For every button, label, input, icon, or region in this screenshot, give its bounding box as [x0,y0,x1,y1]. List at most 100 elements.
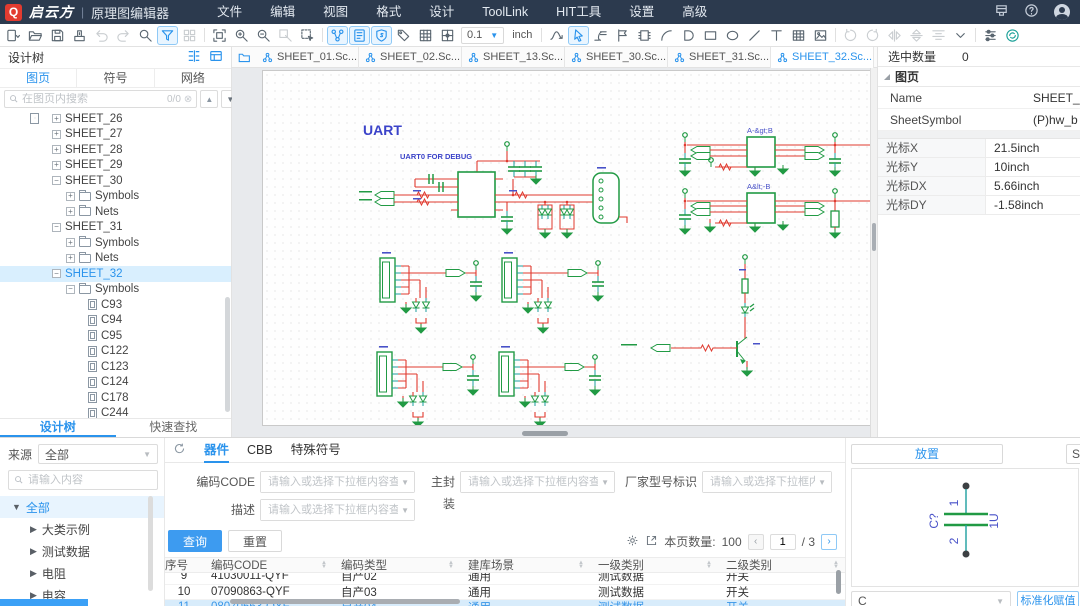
collapse-icon[interactable]: − [52,176,61,185]
tree-node[interactable]: +SHEET_28 [0,142,231,158]
expand-icon[interactable]: + [52,130,61,139]
sort-icon[interactable]: ▲▼ [321,561,327,570]
open-folder-icon[interactable] [25,26,46,45]
collapse-icon[interactable]: − [52,223,61,232]
schematic-subtitle[interactable]: UART0 FOR DEBUG [400,152,472,161]
place-button[interactable]: 放置 [851,444,1003,464]
rotate-left-icon[interactable] [840,26,861,45]
list-panel-icon[interactable] [349,26,370,45]
col-category2[interactable]: 二级类别▲▼ [718,557,845,573]
sheet-tab[interactable]: SHEET_13.Sc... [462,47,565,68]
tree-node[interactable]: C95 [0,328,231,344]
ellipse-tool-icon[interactable] [722,26,743,45]
source-select[interactable]: 全部▼ [38,444,158,464]
sheet-tab[interactable]: SHEET_31.Sc... [668,47,771,68]
property-row[interactable]: SheetSymbol(P)hw_b [878,109,1080,131]
table-tool-icon[interactable] [788,26,809,45]
tab-symbols[interactable]: 符号 [77,69,154,87]
expand-icon[interactable]: + [66,207,75,216]
standardize-assign-button[interactable]: 标准化赋值 [1017,591,1079,606]
rotate-right-icon[interactable] [862,26,883,45]
help-icon[interactable] [1024,3,1039,21]
table-horizontal-scrollbar[interactable] [230,599,460,604]
next-page-button[interactable]: › [821,534,837,550]
section-sheet[interactable]: 图页 [878,67,1080,87]
menu-hit-tools[interactable]: HIT工具 [542,0,615,24]
sheet-list-folder-icon[interactable] [232,51,256,64]
tab-special-symbols[interactable]: 特殊符号 [291,438,341,463]
tree-search-box[interactable]: 0/0 ⊗ [4,90,197,108]
component-icon[interactable] [634,26,655,45]
menu-format[interactable]: 格式 [362,0,415,24]
symbol-preview[interactable]: 1 2 C? 1U [851,468,1079,587]
tree-node[interactable]: C93 [0,297,231,313]
bezier-tool-icon[interactable] [678,26,699,45]
category-search-input[interactable] [28,474,152,486]
search-icon[interactable] [135,26,156,45]
zoom-in-icon[interactable] [231,26,252,45]
clear-search-icon[interactable]: ⊗ [184,94,192,105]
cursor-icon[interactable] [568,26,589,45]
zoom-region-icon[interactable] [275,26,296,45]
rectangle-tool-icon[interactable] [700,26,721,45]
tree-scrollbar[interactable] [225,297,230,412]
block-label-a-to-b[interactable]: A-&gt;B [747,126,773,135]
schematic-sheet[interactable]: UART UART0 FOR DEBUG [262,70,874,426]
search-prev-button[interactable]: ▲ [200,90,218,108]
table-row[interactable]: 1007090863-QYF自产03通用测试数据开关 [165,585,845,601]
wire-tool-icon[interactable] [546,26,567,45]
expand-icon[interactable]: + [52,114,61,123]
tree-node[interactable]: +Symbols [0,189,231,205]
menu-design[interactable]: 设计 [415,0,468,24]
zoom-out-icon[interactable] [253,26,274,45]
prev-page-button[interactable]: ‹ [748,534,764,550]
caret-down-icon[interactable]: ▼ [12,502,21,512]
line-tool-icon[interactable] [744,26,765,45]
expand-icon[interactable]: + [52,161,61,170]
refresh-icon[interactable] [173,442,186,458]
mirror-horizontal-icon[interactable] [884,26,905,45]
tab-sheets[interactable]: 图页 [0,69,77,87]
grid-size-select[interactable]: 0.1▼ [461,27,504,44]
settings-sliders-icon[interactable] [980,26,1001,45]
canvas-vertical-scrollbar[interactable] [870,68,877,437]
table-settings-gear-icon[interactable] [626,534,639,550]
sheet-tab[interactable]: SHEET_30.Sc... [565,47,668,68]
tab-components[interactable]: 器件 [204,438,229,463]
tree-node[interactable]: +SHEET_27 [0,127,231,143]
tree-node[interactable]: C122 [0,344,231,360]
schematic-title[interactable]: UART [363,122,402,138]
caret-right-icon[interactable]: ▶ [30,524,37,535]
footer-tab-quick-find[interactable]: 快速查找 [116,419,232,437]
category-item[interactable]: ▶测试数据 [0,540,164,562]
text-tool-icon[interactable] [766,26,787,45]
tab-cbb[interactable]: CBB [247,438,273,463]
col-code[interactable]: 编码CODE▲▼ [203,557,333,573]
package-input[interactable]: ▼ [460,471,615,493]
menu-edit[interactable]: 编辑 [256,0,309,24]
undo-icon[interactable] [91,26,112,45]
tag-icon[interactable] [393,26,414,45]
property-row[interactable]: NameSHEET_ [878,87,1080,109]
footer-tab-design-tree[interactable]: 设计树 [0,419,116,437]
menu-view[interactable]: 视图 [309,0,362,24]
tree-node[interactable]: C94 [0,313,231,329]
sort-icon[interactable]: ▲▼ [448,561,454,570]
tree-node[interactable]: +SHEET_29 [0,158,231,174]
caret-right-icon[interactable]: ▶ [30,546,37,557]
caret-right-icon[interactable]: ▶ [30,568,37,579]
select-region-icon[interactable] [297,26,318,45]
category-item[interactable]: ▶大类示例 [0,518,164,540]
export-icon[interactable] [645,534,658,550]
tree-node-selected[interactable]: −SHEET_32 [0,266,231,282]
menu-toolink[interactable]: ToolLink [468,0,542,24]
category-search-box[interactable] [8,470,158,490]
category-all[interactable]: ▼全部 [0,496,164,518]
expand-icon[interactable]: + [52,145,61,154]
grid-icon[interactable] [415,26,436,45]
query-button[interactable]: 查询 [168,530,222,552]
category-item[interactable]: ▶电阻 [0,562,164,584]
sort-icon[interactable]: ▲▼ [706,561,712,570]
collapse-icon[interactable]: − [52,269,61,278]
menu-settings[interactable]: 设置 [615,0,668,24]
